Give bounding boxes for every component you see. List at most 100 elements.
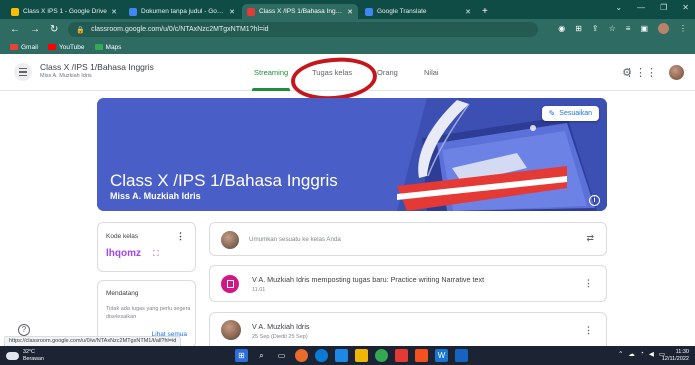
share-icon[interactable]: ⇪	[592, 24, 599, 33]
gmail-icon	[10, 44, 18, 50]
word-icon[interactable]: W	[435, 349, 448, 362]
wifi-icon[interactable]: ◔	[640, 350, 644, 358]
repost-icon[interactable]: ⇄	[586, 233, 594, 244]
more-options-icon[interactable]: ⋮	[584, 325, 593, 336]
customize-label: Sesuaikan	[559, 110, 592, 117]
forward-icon[interactable]: →	[30, 24, 40, 35]
pencil-icon: ✎	[548, 109, 556, 118]
close-icon[interactable]: ✕	[465, 8, 471, 16]
window-controls: ⌄ — ❐ ✕	[615, 3, 689, 12]
info-icon[interactable]: i	[589, 195, 600, 206]
browser-tab[interactable]: Class X IPS 1 - Google Drive ✕	[6, 4, 122, 19]
upcoming-title: Mendatang	[106, 290, 139, 297]
firefox-icon[interactable]	[295, 349, 308, 362]
announce-box[interactable]: Umumkan sesuatu ke kelas Anda ⇄	[209, 222, 607, 256]
close-window-icon[interactable]: ✕	[682, 3, 689, 12]
browser-tab-active[interactable]: Class X /IPS 1/Bahasa Inggris Mi ✕	[242, 4, 358, 19]
class-banner: Class X /IPS 1/Bahasa Inggris Miss A. Mu…	[97, 98, 607, 211]
bookmark-youtube[interactable]: YouTube	[47, 43, 85, 51]
tab-orang[interactable]: Orang	[377, 68, 398, 77]
browser-tab[interactable]: Google Translate ✕	[360, 4, 476, 19]
task-view-icon[interactable]: ▭	[275, 349, 288, 362]
account-avatar[interactable]	[669, 65, 684, 80]
taskbar-apps: ⊞ ⌕ ▭ W	[235, 349, 468, 362]
weather-text: 32°C Berawan	[23, 349, 44, 362]
apps-grid-icon[interactable]: ⋮⋮⋮	[624, 66, 657, 79]
cloud-icon	[6, 351, 19, 360]
help-icon[interactable]: ?	[18, 324, 30, 336]
system-tray: ⌃ ☁ ◔ ◀ ▭	[618, 350, 665, 358]
profile-avatar[interactable]	[658, 23, 669, 34]
tab-nilai[interactable]: Nilai	[424, 68, 439, 77]
chevron-up-icon[interactable]: ⌃	[618, 350, 623, 358]
class-code-card: Kode kelas ⋮ lhqomz ⛶	[97, 222, 196, 272]
chrome-icon[interactable]	[375, 349, 388, 362]
main-menu-button[interactable]	[14, 63, 32, 81]
class-code-value: lhqomz	[106, 248, 141, 259]
tab-title: Class X IPS 1 - Google Drive	[23, 8, 107, 15]
file-explorer-icon[interactable]	[335, 349, 348, 362]
post-date: 25 Sep (Diedit 25 Sep)	[252, 334, 308, 340]
more-options-icon[interactable]: ⋮	[584, 278, 593, 289]
tab-streaming[interactable]: Streaming	[251, 68, 291, 91]
google-lens-icon[interactable]: ◉	[558, 24, 565, 33]
close-icon[interactable]: ✕	[347, 8, 353, 16]
edge-icon[interactable]	[315, 349, 328, 362]
maximize-icon[interactable]: ❐	[660, 3, 667, 12]
browser-tab-strip: Class X IPS 1 - Google Drive ✕ Dokumen t…	[0, 0, 695, 19]
avatar	[221, 231, 239, 249]
app-icon[interactable]	[415, 349, 428, 362]
url-text: classroom.google.com/u/0/c/NTAxNzc2MTgxN…	[91, 26, 269, 33]
folder-icon[interactable]	[355, 349, 368, 362]
sidepanel-icon[interactable]: ▣	[640, 24, 648, 33]
browser-tab[interactable]: Dokumen tanpa judul - Google D ✕	[124, 4, 240, 19]
back-icon[interactable]: ←	[10, 24, 20, 35]
customize-button[interactable]: ✎ Sesuaikan	[541, 106, 599, 121]
tab-title: Google Translate	[377, 8, 427, 15]
weather-condition: Berawan	[23, 355, 44, 362]
more-options-icon[interactable]: ⋮	[176, 231, 185, 242]
class-title[interactable]: Class X /IPS 1/Bahasa Inggris	[40, 62, 154, 72]
url-bar[interactable]: 🔒 classroom.google.com/u/0/c/NTAxNzc2MTg…	[68, 22, 539, 37]
hamburger-icon-line	[19, 74, 27, 76]
avatar	[221, 320, 241, 340]
photos-icon[interactable]	[455, 349, 468, 362]
drive-favicon-icon	[11, 7, 19, 16]
translate-icon[interactable]: ⊞	[575, 24, 582, 33]
star-icon[interactable]: ☆	[609, 24, 616, 33]
minimize-icon[interactable]: —	[637, 3, 645, 12]
clock-date: 12/11/2022	[661, 356, 689, 362]
banner-teacher: Miss A. Muzkiah Idris	[110, 191, 201, 201]
assignment-icon	[221, 275, 239, 293]
post-date: 11.01	[252, 287, 266, 293]
clock[interactable]: 11:30 12/11/2022	[662, 349, 689, 363]
office-icon[interactable]	[395, 349, 408, 362]
bookmark-label: YouTube	[58, 43, 85, 51]
weather-widget[interactable]: 32°C Berawan	[6, 349, 44, 362]
toolbar-icons: ◉ ⊞ ⇪ ☆ ≡ ▣ ⋮	[558, 23, 687, 34]
volume-icon[interactable]: ◀	[649, 350, 654, 358]
post-author: V A. Muzkiah Idris	[252, 322, 310, 331]
maps-icon	[94, 44, 103, 50]
start-windows-icon[interactable]: ⊞	[235, 349, 248, 362]
clock-time: 11:30	[675, 349, 689, 355]
new-tab-button[interactable]: +	[482, 4, 488, 19]
reading-list-icon[interactable]: ≡	[626, 24, 631, 33]
search-icon[interactable]: ⌕	[255, 349, 268, 362]
address-toolbar: ← → ↻ 🔒 classroom.google.com/u/0/c/NTAxN…	[0, 19, 695, 40]
reload-icon[interactable]: ↻	[50, 24, 58, 35]
hamburger-icon	[19, 68, 27, 70]
chevron-down-icon[interactable]: ⌄	[615, 3, 622, 12]
bookmark-maps[interactable]: Maps	[94, 43, 122, 51]
stream-post[interactable]: V A. Muzkiah Idris memposting tugas baru…	[209, 265, 607, 302]
close-icon[interactable]: ✕	[111, 8, 117, 16]
close-icon[interactable]: ✕	[229, 8, 235, 16]
bookmark-gmail[interactable]: Gmail	[10, 44, 38, 51]
more-icon[interactable]: ⋮	[679, 24, 687, 33]
lock-icon: 🔒	[76, 26, 86, 34]
cloud-tray-icon[interactable]: ☁	[628, 350, 635, 358]
taskbar: 32°C Berawan ⊞ ⌕ ▭ W ⌃ ☁ ◔ ◀ ▭ 11:30 12/…	[0, 346, 695, 365]
fullscreen-icon[interactable]: ⛶	[153, 249, 159, 259]
classroom-favicon-icon	[247, 7, 255, 16]
bookmark-label: Maps	[105, 43, 122, 51]
